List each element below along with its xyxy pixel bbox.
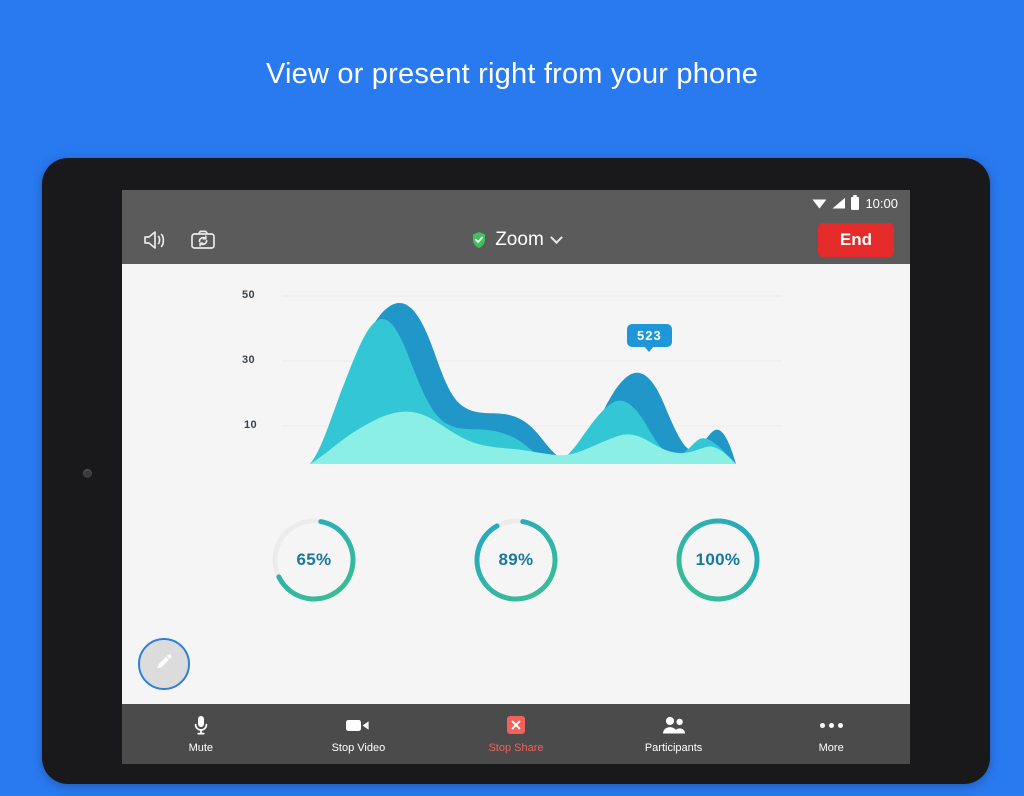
gauge-100: 100%	[672, 514, 764, 606]
participants-button[interactable]: Participants	[595, 714, 753, 754]
data-point-tooltip: 523	[627, 324, 672, 347]
gauge-65-value: 65%	[296, 550, 332, 569]
more-dots-icon	[819, 714, 843, 736]
gauge-89: 89%	[470, 514, 562, 606]
annotate-button[interactable]	[138, 638, 190, 690]
wifi-icon	[812, 199, 827, 209]
gauge-65: 65%	[268, 514, 360, 606]
meeting-title-group[interactable]: Zoom	[122, 229, 910, 251]
gauge-89-value: 89%	[498, 550, 534, 569]
stop-video-label: Stop Video	[331, 742, 386, 754]
participants-icon	[660, 714, 688, 736]
mute-label: Mute	[188, 742, 214, 754]
meeting-name-label: Zoom	[495, 229, 544, 250]
participants-label: Participants	[644, 742, 703, 754]
stop-share-button[interactable]: Stop Share	[437, 714, 595, 754]
page-headline: View or present right from your phone	[265, 58, 759, 90]
y-axis-tick-30: 30	[242, 354, 256, 366]
video-camera-icon	[344, 714, 372, 736]
area-chart: 50 30 10 523	[122, 264, 910, 494]
y-axis-tick-50: 50	[242, 289, 256, 301]
status-time: 10:00	[865, 195, 898, 211]
gauge-100-value: 100%	[695, 550, 741, 569]
microphone-icon	[190, 714, 212, 736]
chevron-down-icon[interactable]	[549, 230, 563, 244]
status-bar: 10:00	[122, 190, 910, 216]
stop-video-button[interactable]: Stop Video	[280, 714, 438, 754]
battery-icon	[851, 194, 860, 210]
y-axis-tick-10: 10	[244, 419, 258, 431]
tablet-device-frame: 10:00 Zoom End 50 30 10 523 65% 89% 100%…	[42, 158, 990, 784]
pencil-icon	[152, 650, 176, 679]
speaker-icon[interactable]	[142, 229, 168, 251]
gauge-row: 65% 89% 100%	[122, 514, 910, 606]
switch-camera-icon[interactable]	[190, 229, 216, 251]
area-chart-svg	[282, 295, 782, 464]
end-meeting-button[interactable]: End	[817, 223, 894, 257]
tablet-screen: 10:00 Zoom End 50 30 10 523 65% 89% 100%…	[122, 190, 910, 764]
stop-share-label: Stop Share	[488, 742, 544, 754]
meeting-top-bar: Zoom End	[122, 216, 910, 264]
more-button[interactable]: More	[752, 714, 910, 754]
front-camera-dot	[83, 469, 92, 478]
verified-shield-icon	[471, 231, 487, 249]
shared-content-area: 50 30 10 523 65% 89% 100%	[122, 264, 910, 704]
stop-share-icon	[505, 714, 527, 736]
mute-button[interactable]: Mute	[122, 714, 280, 754]
signal-icon	[832, 197, 846, 209]
meeting-bottom-bar: Mute Stop Video Stop Share Participants …	[122, 704, 910, 764]
more-label: More	[818, 742, 844, 754]
